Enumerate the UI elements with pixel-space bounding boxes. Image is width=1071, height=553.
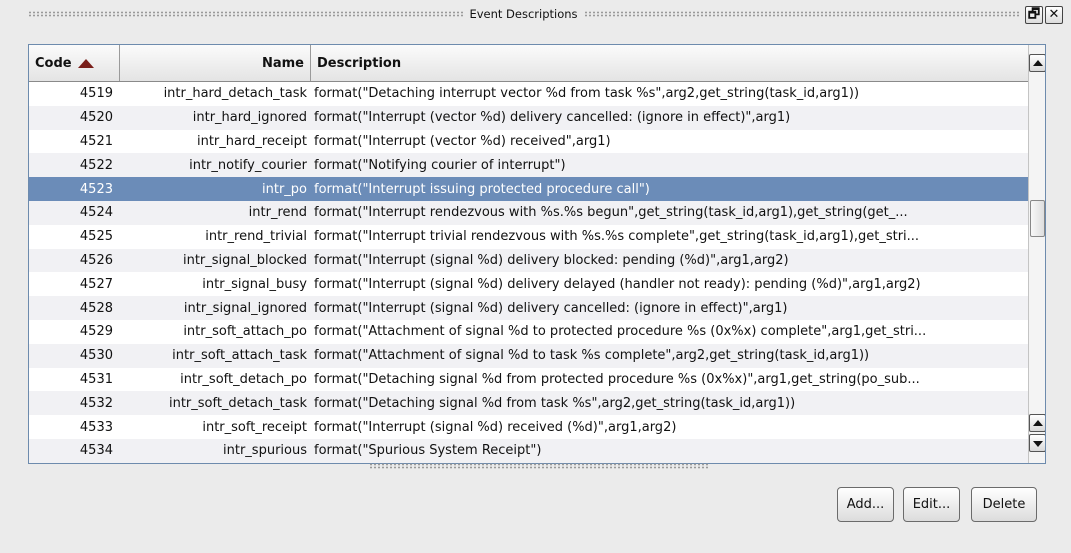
column-header-name-label: Name	[261, 55, 304, 71]
column-header-description[interactable]: Description	[311, 45, 1028, 81]
cell-name: intr_signal_busy	[202, 276, 307, 292]
table-row[interactable]: 4522 intr_notify_courier format("Notifying…	[29, 153, 1028, 178]
table-row[interactable]: 4532 intr_soft_detach_task format("Detachi…	[29, 391, 1028, 416]
close-window-button[interactable]: ✕	[1045, 6, 1063, 24]
cell-name: intr_hard_detach_task	[163, 86, 307, 102]
delete-button[interactable]: Delete	[971, 487, 1037, 522]
cell-description: format("Spurious System Receipt")	[314, 443, 542, 459]
cell-description: format("Interrupt (signal %d) delivery b…	[314, 252, 789, 268]
cell-description: format("Detaching interrupt vector %d fr…	[314, 86, 860, 102]
scrollbar-thumb[interactable]	[1030, 200, 1045, 237]
table-row[interactable]: 4519 intr_hard_detach_task format("Detachi…	[29, 82, 1028, 106]
cell-code: 4519	[79, 86, 113, 102]
table-row[interactable]: 4528 intr_signal_ignored format("Interrupt…	[29, 296, 1028, 320]
event-table-body: Code Name Description 4519 intr_hard_deta…	[29, 45, 1028, 463]
table-header: Code Name Description	[29, 45, 1028, 82]
cell-code: 4524	[79, 205, 113, 221]
cell-name: intr_soft_detach_task	[168, 395, 307, 411]
cell-name: intr_soft_attach_task	[172, 348, 307, 364]
cell-description: format("Interrupt (signal %d) delivery c…	[314, 300, 788, 316]
cell-name: intr_rend	[248, 205, 307, 221]
cell-name: intr_signal_ignored	[183, 300, 307, 316]
splitter-handle[interactable]	[369, 463, 709, 469]
cell-name: intr_soft_detach_po	[180, 371, 307, 387]
cell-code: 4529	[79, 324, 113, 340]
cell-name: intr_soft_receipt	[202, 419, 307, 435]
cell-code: 4526	[79, 252, 113, 268]
cell-code: 4533	[79, 419, 113, 435]
restore-icon: 🗗	[1027, 7, 1041, 22]
cell-description: format("Interrupt (signal %d) received (…	[314, 419, 677, 435]
column-header-name[interactable]: Name	[120, 45, 311, 81]
sort-ascending-icon	[77, 58, 94, 68]
cell-description: format("Interrupt (signal %d) delivery d…	[314, 276, 921, 292]
cell-code: 4534	[79, 443, 113, 459]
cell-description: format("Notifying courier of interrupt")	[314, 157, 566, 173]
cell-description: format("Attachment of signal %d to prote…	[314, 324, 927, 340]
cell-code: 4530	[79, 348, 113, 364]
cell-code: 4523	[79, 181, 113, 197]
cell-name: intr_po	[262, 181, 307, 197]
cell-name: intr_rend_trivial	[205, 229, 307, 245]
table-row[interactable]: 4526 intr_signal_blocked format("Interrupt…	[29, 248, 1028, 273]
cell-description: format("Interrupt issuing protected proc…	[314, 181, 650, 197]
edit-button[interactable]: Edit...	[903, 487, 960, 522]
cell-name: intr_hard_receipt	[196, 133, 307, 149]
cell-description: format("Detaching signal %d from task %s…	[314, 395, 796, 411]
title-grip-left[interactable]	[28, 11, 464, 17]
scroll-up-top-button[interactable]	[1029, 54, 1045, 72]
table-row[interactable]: 4521 intr_hard_receipt format("Interrupt (…	[29, 130, 1028, 154]
cell-code: 4525	[79, 229, 113, 245]
scroll-down-button[interactable]	[1029, 434, 1045, 452]
cell-description: format("Attachment of signal %d to task …	[314, 348, 870, 364]
column-header-description-label: Description	[317, 55, 402, 71]
table-rows: 4519 intr_hard_detach_task format("Detachi…	[29, 82, 1028, 463]
table-row[interactable]: 4531 intr_soft_detach_po format("Detaching…	[29, 368, 1028, 392]
cell-code: 4520	[79, 110, 113, 126]
cell-description: format("Interrupt rendezvous with %s.%s …	[314, 205, 908, 221]
table-row[interactable]: 4520 intr_hard_ignored format("Interrupt (…	[29, 105, 1028, 130]
cell-code: 4527	[79, 276, 113, 292]
cell-name: intr_signal_blocked	[182, 252, 307, 268]
table-row[interactable]: 4523 intr_po format("Interrupt issuing pro…	[29, 177, 1028, 201]
column-header-code-label: Code	[35, 55, 72, 71]
close-icon: ✕	[1048, 7, 1060, 22]
vertical-scrollbar[interactable]	[1028, 45, 1045, 463]
column-header-code[interactable]: Code	[29, 45, 120, 81]
table-row[interactable]: 4530 intr_soft_attach_task format("Attachm…	[29, 343, 1028, 368]
cell-code: 4532	[79, 395, 113, 411]
cell-name: intr_hard_ignored	[192, 110, 307, 126]
title-grip-right[interactable]	[583, 11, 1019, 17]
cell-description: format("Interrupt trivial rendezvous wit…	[314, 229, 920, 245]
add-button[interactable]: Add...	[837, 487, 894, 522]
table-row[interactable]: 4525 intr_rend_trivial format("Interrupt t…	[29, 225, 1028, 249]
table-row[interactable]: 4534 intr_spurious format("Spurious System…	[29, 438, 1028, 463]
cell-description: format("Detaching signal %d from protect…	[314, 371, 920, 387]
cell-description: format("Interrupt (vector %d) received",…	[314, 133, 611, 149]
cell-code: 4528	[79, 300, 113, 316]
cell-code: 4521	[79, 133, 113, 149]
cell-name: intr_spurious	[223, 443, 307, 459]
restore-window-button[interactable]: 🗗	[1025, 6, 1043, 24]
window-title: Event Descriptions	[469, 7, 578, 21]
table-row[interactable]: 4529 intr_soft_attach_po format("Attachmen…	[29, 320, 1028, 344]
cell-name: intr_notify_courier	[189, 157, 307, 173]
scroll-up-button[interactable]	[1029, 414, 1045, 432]
title-bar: Event Descriptions 🗗 ✕	[0, 0, 1071, 28]
cell-code: 4522	[79, 157, 113, 173]
table-row[interactable]: 4524 intr_rend format("Interrupt rendezvou…	[29, 200, 1028, 225]
cell-code: 4531	[79, 371, 113, 387]
event-table: Code Name Description 4519 intr_hard_deta…	[28, 44, 1046, 464]
cell-name: intr_soft_attach_po	[183, 324, 307, 340]
table-row[interactable]: 4533 intr_soft_receipt format("Interrupt (…	[29, 415, 1028, 439]
cell-description: format("Interrupt (vector %d) delivery c…	[314, 110, 791, 126]
table-row[interactable]: 4527 intr_signal_busy format("Interrupt (s…	[29, 272, 1028, 296]
